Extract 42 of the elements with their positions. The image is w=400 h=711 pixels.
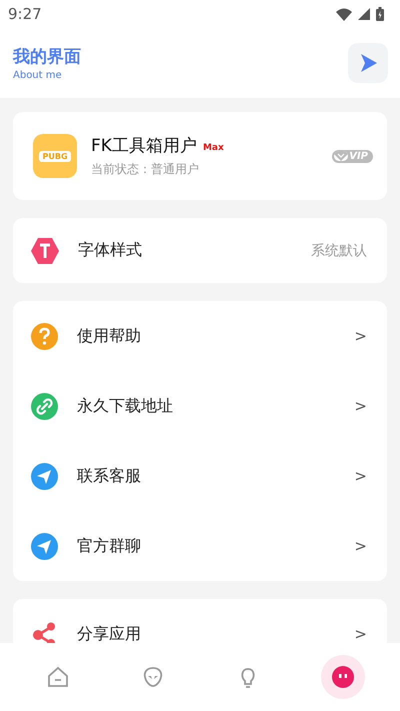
user-status: 当前状态：普通用户 xyxy=(91,161,200,178)
profile-tab[interactable] xyxy=(320,655,364,699)
user-name: FK工具箱用户 xyxy=(91,135,197,157)
menu-label: 分享应用 xyxy=(77,624,142,643)
status-time: 9:27 xyxy=(8,5,42,23)
face-icon xyxy=(332,666,354,688)
profile-card[interactable]: PUBG FK工具箱用户 Max 当前状态：普通用户 VIP xyxy=(13,112,387,200)
help-icon xyxy=(31,322,58,350)
battery-icon xyxy=(376,7,384,21)
chevron-icon: > xyxy=(354,625,367,643)
menu-item[interactable]: 分享应用 > xyxy=(13,599,387,643)
menu-item[interactable]: 联系客服 > xyxy=(13,441,387,511)
chevron-icon: > xyxy=(354,467,367,485)
tier-label: Max xyxy=(202,142,224,152)
menu-label: 官方群聊 xyxy=(77,536,142,556)
home-icon xyxy=(46,666,68,688)
alien-icon xyxy=(142,666,164,688)
menu-label: 永久下载地址 xyxy=(77,396,174,416)
menu-item[interactable]: 字体样式 系统默认 xyxy=(13,218,387,283)
wifi-icon xyxy=(336,8,352,20)
share-icon xyxy=(31,620,58,643)
page-title: 我的界面 xyxy=(13,46,81,68)
menu-label: 联系客服 xyxy=(77,466,142,486)
menu-item[interactable]: 使用帮助 > xyxy=(13,301,387,371)
play-icon xyxy=(358,53,378,73)
vip-badge: VIP xyxy=(332,150,373,162)
chevron-icon: > xyxy=(354,397,367,415)
menu-item[interactable]: 官方群聊 > xyxy=(13,511,387,581)
font-icon xyxy=(31,238,59,264)
link-icon xyxy=(31,392,58,420)
send-icon xyxy=(31,532,58,560)
chevron-icon: > xyxy=(354,327,367,345)
page-subtitle: About me xyxy=(13,70,63,81)
signal-icon xyxy=(358,8,370,20)
menu-label: 字体样式 xyxy=(78,240,143,261)
menu-label: 使用帮助 xyxy=(77,326,142,346)
send-icon xyxy=(31,462,58,490)
chevron-icon: > xyxy=(354,537,367,555)
menu-value: 系统默认 xyxy=(311,242,367,260)
menu-item[interactable]: 永久下载地址 > xyxy=(13,371,387,441)
avatar-label: PUBG xyxy=(39,150,71,162)
play-button[interactable] xyxy=(348,43,388,83)
